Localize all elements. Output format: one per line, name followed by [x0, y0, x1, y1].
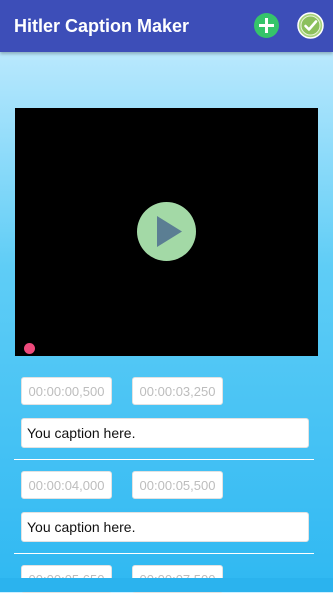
start-time-field[interactable]: 00:00:00,500: [21, 377, 112, 405]
plus-circle-icon: [259, 18, 274, 33]
app-bar: Hitler Caption Maker: [0, 0, 333, 52]
end-time-field[interactable]: 00:00:03,250: [132, 377, 223, 405]
divider: [14, 553, 314, 554]
bottom-edge: [0, 578, 333, 592]
start-time-field[interactable]: 00:00:04,000: [21, 471, 112, 499]
end-time-field[interactable]: 00:00:05,500: [132, 471, 223, 499]
caption-field[interactable]: You caption here.: [21, 418, 309, 448]
app-title: Hitler Caption Maker: [14, 16, 190, 36]
play-icon[interactable]: [137, 202, 196, 261]
video-player[interactable]: [15, 108, 318, 356]
check-circle-icon: [297, 12, 324, 39]
add-caption-button[interactable]: [254, 13, 279, 38]
record-indicator: [24, 343, 35, 354]
done-button[interactable]: [297, 12, 324, 39]
caption-field[interactable]: You caption here.: [21, 512, 309, 542]
divider: [14, 459, 314, 460]
